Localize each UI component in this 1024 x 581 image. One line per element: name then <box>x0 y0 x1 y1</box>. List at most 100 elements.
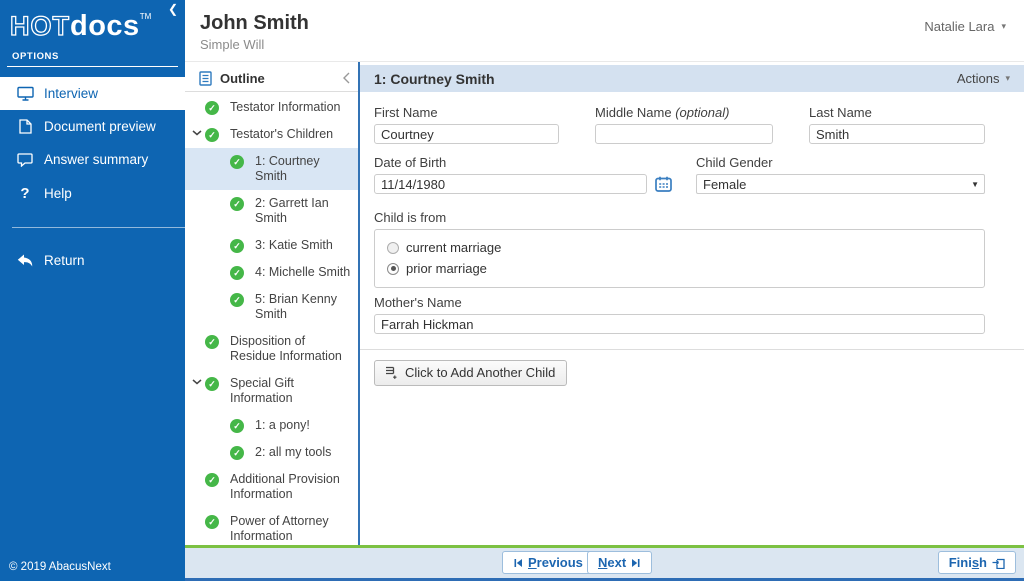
outline-header: Outline <box>185 65 358 92</box>
middle-region: Outline ✓Testator Information✓Testator's… <box>185 62 1024 545</box>
footer-bar: Previous Next Finish <box>185 548 1024 578</box>
child-is-from-label: Child is from <box>374 210 985 225</box>
date-of-birth-field[interactable] <box>374 174 647 194</box>
sidebar: ❮ HOTdocsTM Options Interview Document p… <box>0 0 185 581</box>
copyright-text: © 2019 AbacusNext <box>9 561 111 573</box>
outline-item-label: 2: Garrett Ian Smith <box>255 196 352 226</box>
outline-item[interactable]: ✓ Testator's Children <box>185 121 358 148</box>
hotdocs-app: ❮ HOTdocsTM Options Interview Document p… <box>0 0 1024 581</box>
finish-button[interactable]: Finish <box>938 551 1016 574</box>
check-icon: ✓ <box>230 266 244 280</box>
previous-button-label: Previous <box>528 555 583 570</box>
finish-button-label: Finish <box>949 555 987 570</box>
last-name-field[interactable] <box>809 124 985 144</box>
sidebar-item-label: Return <box>44 253 85 268</box>
user-menu[interactable]: Natalie Lara ▾ <box>924 19 1006 34</box>
date-of-birth-label: Date of Birth <box>374 155 696 170</box>
outline-item-label: Special Gift Information <box>230 376 352 406</box>
sidebar-item-help[interactable]: ? Help <box>0 176 185 211</box>
sidebar-item-interview[interactable]: Interview <box>0 77 185 110</box>
check-icon: ✓ <box>230 419 244 433</box>
skip-previous-icon <box>513 558 523 568</box>
user-name: Natalie Lara <box>924 19 994 34</box>
radio-button-icon <box>387 242 399 254</box>
middle-name-field[interactable] <box>595 124 773 144</box>
options-divider <box>7 66 178 67</box>
outline-item-label: 1: a pony! <box>255 418 310 433</box>
outline-item[interactable]: ✓Testator Information <box>185 94 358 121</box>
outline-item[interactable]: ✓1: Courtney Smith <box>185 148 358 190</box>
child-gender-value: Female <box>703 177 746 192</box>
check-icon: ✓ <box>230 239 244 253</box>
next-button-label: Next <box>598 555 626 570</box>
chat-icon <box>16 153 34 167</box>
check-icon: ✓ <box>205 335 219 349</box>
outline-item-label: Additional Provision Information <box>230 472 352 502</box>
previous-button[interactable]: Previous <box>502 551 594 574</box>
sidebar-item-label: Interview <box>44 86 98 101</box>
outline-item[interactable]: ✓Power of Attorney Information <box>185 508 358 545</box>
outline-item[interactable]: ✓ Additional Provision Information <box>185 466 358 508</box>
next-button[interactable]: Next <box>587 551 652 574</box>
last-name-label: Last Name <box>809 105 985 120</box>
section-divider <box>360 349 1024 350</box>
check-icon: ✓ <box>230 446 244 460</box>
outline-item[interactable]: ✓Disposition of Residue Information <box>185 328 358 370</box>
check-icon: ✓ <box>205 473 219 487</box>
sidebar-divider <box>12 227 185 228</box>
outline-item[interactable]: ✓ 1: a pony! <box>185 412 358 439</box>
middle-name-label: Middle Name (optional) <box>595 105 773 120</box>
outline-item-label: 1: Courtney Smith <box>255 154 352 184</box>
skip-next-icon <box>631 558 641 568</box>
export-document-icon <box>992 557 1005 569</box>
outline-item-label: 4: Michelle Smith <box>255 265 350 280</box>
calendar-icon[interactable] <box>655 176 672 192</box>
child-is-from-group: current marriage prior marriage <box>374 229 985 288</box>
outline-item[interactable]: ✓2: all my tools <box>185 439 358 466</box>
question-mark-icon: ? <box>16 185 34 202</box>
check-icon: ✓ <box>205 377 219 391</box>
outline-icon <box>199 71 212 86</box>
monitor-icon <box>16 86 34 101</box>
child-gender-label: Child Gender <box>696 155 985 170</box>
actions-menu[interactable]: Actions ▾ <box>957 71 1010 86</box>
check-icon: ✓ <box>205 101 219 115</box>
add-child-button-label: Click to Add Another Child <box>405 365 555 380</box>
chevron-down-icon: ▼ <box>971 180 979 189</box>
panel-header: 1: Courtney Smith Actions ▾ <box>360 65 1024 92</box>
outline-item[interactable]: ✓3: Katie Smith <box>185 232 358 259</box>
radio-option-current-marriage[interactable]: current marriage <box>387 237 972 258</box>
mothers-name-label: Mother's Name <box>374 295 985 310</box>
sidebar-item-document-preview[interactable]: Document preview <box>0 110 185 143</box>
check-icon: ✓ <box>230 293 244 307</box>
radio-option-prior-marriage[interactable]: prior marriage <box>387 258 972 279</box>
actions-label: Actions <box>957 71 1000 86</box>
mothers-name-field[interactable] <box>374 314 985 334</box>
radio-button-icon <box>387 263 399 275</box>
outline-item[interactable]: ✓5: Brian Kenny Smith <box>185 286 358 328</box>
chevron-down-icon[interactable] <box>192 379 205 385</box>
options-label: Options <box>0 43 185 66</box>
first-name-field[interactable] <box>374 124 559 144</box>
sidebar-item-return[interactable]: Return <box>0 244 185 277</box>
sidebar-item-label: Help <box>44 186 72 201</box>
child-gender-select[interactable]: Female ▼ <box>696 174 985 194</box>
outline-panel: Outline ✓Testator Information✓Testator's… <box>185 62 358 545</box>
outline-item[interactable]: ✓2: Garrett Ian Smith <box>185 190 358 232</box>
check-icon: ✓ <box>205 128 219 142</box>
outline-collapse-icon[interactable] <box>343 72 350 84</box>
return-arrow-icon <box>16 254 34 267</box>
sidebar-collapse-icon[interactable]: ❮ <box>168 3 178 15</box>
outline-item[interactable]: ✓ Special Gift Information <box>185 370 358 412</box>
outline-item-label: Testator's Children <box>230 127 333 142</box>
outline-item-label: Power of Attorney Information <box>230 514 352 544</box>
add-child-button[interactable]: Click to Add Another Child <box>374 360 567 386</box>
first-name-label: First Name <box>374 105 559 120</box>
chevron-down-icon: ▾ <box>1005 73 1010 84</box>
chevron-down-icon[interactable] <box>192 130 205 136</box>
panel-title: 1: Courtney Smith <box>374 71 495 87</box>
outline-item[interactable]: ✓ 4: Michelle Smith <box>185 259 358 286</box>
document-icon <box>16 119 34 134</box>
sidebar-item-answer-summary[interactable]: Answer summary <box>0 143 185 176</box>
form-content: First Name Middle Name (optional) Last N… <box>360 92 1024 545</box>
